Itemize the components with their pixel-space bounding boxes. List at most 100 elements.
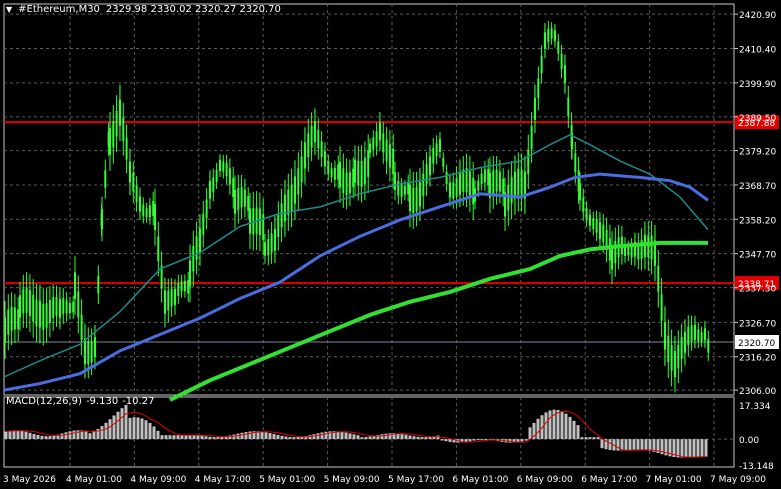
macd-histogram-bar — [580, 437, 584, 440]
macd-histogram-bar — [260, 431, 264, 440]
candle-body — [39, 300, 41, 328]
candle-body — [674, 351, 676, 378]
candle-body — [544, 32, 546, 49]
candle-body — [627, 246, 630, 256]
macd-histogram-bar — [232, 434, 236, 440]
candle-body — [314, 121, 316, 143]
candle-body — [72, 301, 75, 313]
candle-body — [348, 172, 351, 194]
chart-canvas[interactable]: 2387.882338.712320.70 3 May 2026 4 May 01… — [0, 0, 781, 489]
candle-body — [205, 199, 208, 219]
macd-histogram-bar — [624, 439, 628, 451]
candle-body — [403, 185, 406, 195]
candle-body — [595, 219, 598, 233]
candle-body — [215, 170, 218, 182]
candle-body — [189, 260, 191, 287]
macd-histogram-bar — [596, 437, 600, 440]
candle-body — [567, 97, 570, 117]
candle-body — [258, 208, 261, 235]
candle-body — [333, 167, 336, 180]
candle-body — [28, 290, 31, 317]
macd-histogram-bar — [100, 426, 104, 440]
time-label: 5 May 09:00 — [324, 475, 380, 485]
time-label: 6 May 01:00 — [452, 475, 508, 485]
ohlc-label: 2329.98 2330.02 2320.27 2320.70 — [105, 3, 281, 15]
candle-body — [280, 203, 283, 228]
macd-histogram-bar — [64, 432, 68, 440]
candle-body — [94, 337, 96, 358]
macd-histogram-bar — [40, 435, 44, 440]
macd-histogram-bar — [348, 433, 352, 440]
triangle-down-icon[interactable]: ▼ — [6, 5, 12, 14]
price-tick-label: 2326.70 — [739, 319, 776, 329]
candles — [4, 20, 710, 393]
candle-body — [449, 183, 451, 198]
time-label: 7 May 01:00 — [646, 475, 702, 485]
candle-body — [498, 171, 501, 192]
candle-body — [139, 196, 141, 212]
macd-histogram-bar — [588, 437, 592, 440]
candle-body — [517, 168, 520, 196]
candle-body — [148, 205, 151, 218]
candle-body — [697, 329, 700, 341]
candle-body — [487, 168, 490, 186]
time-label: 4 May 01:00 — [66, 475, 122, 485]
candle-body — [10, 306, 13, 331]
candle-body — [644, 236, 646, 258]
candle-body — [330, 168, 333, 178]
candle-body — [495, 169, 498, 192]
candle-body — [180, 281, 183, 292]
candle-body — [547, 28, 550, 42]
candle-body — [243, 189, 246, 207]
candle-body — [557, 41, 560, 54]
candle-body — [327, 161, 330, 174]
macd-histogram-bar — [408, 435, 412, 440]
candle-body — [442, 157, 445, 167]
macd-histogram-bar — [344, 432, 348, 440]
candle-body — [310, 125, 313, 148]
macd-histogram-bar — [320, 432, 324, 440]
candle-body — [369, 143, 371, 153]
candle-body — [630, 245, 633, 258]
macd-histogram-bar — [188, 435, 192, 440]
candle-body — [477, 180, 480, 191]
candle-body — [667, 335, 670, 362]
candle-body — [68, 303, 71, 314]
candle-body — [145, 208, 148, 218]
candle-body — [660, 294, 663, 321]
macd-histogram-bar — [524, 439, 528, 441]
macd-histogram-bar — [276, 434, 280, 440]
macd-histogram-bar — [636, 439, 640, 450]
macd-histogram-bar — [160, 435, 164, 440]
macd-histogram-bar — [192, 435, 196, 440]
macd-histogram-bar — [296, 437, 300, 440]
macd-histogram-bar — [560, 411, 564, 440]
candle-body — [177, 282, 180, 297]
time-label: 5 May 17:00 — [388, 475, 444, 485]
candle-body — [700, 332, 703, 342]
candle-body — [104, 170, 107, 188]
macd-histogram-bar — [120, 408, 124, 440]
macd-histogram-bar — [208, 436, 212, 440]
macd-histogram-bar — [272, 433, 276, 440]
macd-histogram-bar — [152, 426, 156, 440]
macd-histogram-bar — [700, 439, 704, 457]
candle-body — [307, 133, 310, 158]
candle-body — [527, 149, 530, 175]
candle-body — [680, 337, 683, 360]
candle-body — [664, 322, 666, 349]
macd-histogram-bar — [340, 431, 344, 440]
candle-body — [608, 238, 611, 261]
macd-histogram-bar — [92, 431, 96, 440]
candle-body — [537, 78, 540, 99]
macd-histogram-bar — [88, 433, 92, 440]
candle-body — [234, 189, 236, 214]
price-tick-label: 2379.20 — [739, 148, 776, 158]
macd-histogram-bar — [288, 436, 292, 440]
candle-body — [435, 143, 438, 157]
candle-body — [455, 177, 458, 197]
macd-tick-label: -13.148 — [739, 462, 774, 472]
macd-histogram-bar — [128, 417, 132, 440]
candle-body — [135, 185, 138, 202]
macd-histogram-bar — [640, 439, 644, 450]
